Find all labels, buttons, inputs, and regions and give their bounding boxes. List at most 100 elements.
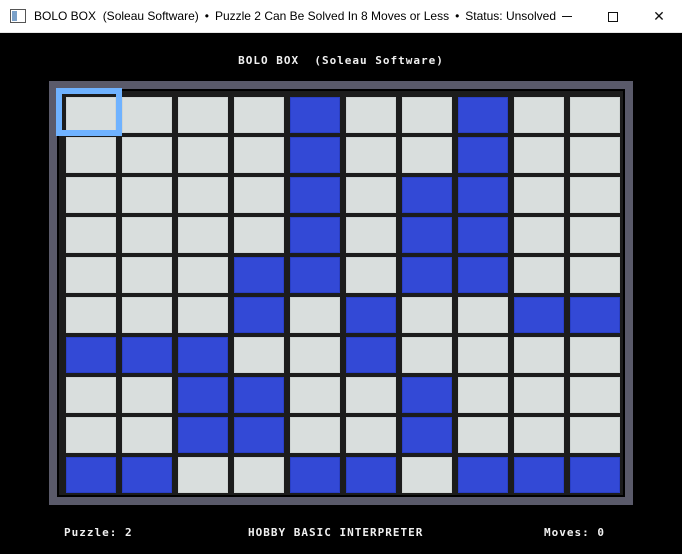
box-cell-off[interactable] [178, 137, 228, 173]
box-cell-off[interactable] [458, 297, 508, 333]
box-cell-off[interactable] [234, 177, 284, 213]
box-cell-on[interactable] [290, 97, 340, 133]
box-cell-off[interactable] [346, 97, 396, 133]
box-cell-on[interactable] [458, 177, 508, 213]
box-cell-off[interactable] [66, 177, 116, 213]
box-cell-on[interactable] [402, 417, 452, 453]
box-cell-off[interactable] [514, 257, 564, 293]
box-cell-off[interactable] [346, 137, 396, 173]
box-cell-off[interactable] [178, 257, 228, 293]
box-cell-off[interactable] [122, 257, 172, 293]
box-cell-off[interactable] [290, 417, 340, 453]
box-cell-off[interactable] [122, 417, 172, 453]
box-cell-off[interactable] [66, 217, 116, 253]
box-cell-off[interactable] [514, 177, 564, 213]
box-cell-off[interactable] [570, 137, 620, 173]
box-cell-on[interactable] [234, 297, 284, 333]
box-cell-off[interactable] [66, 97, 116, 133]
box-cell-off[interactable] [178, 97, 228, 133]
box-cell-off[interactable] [234, 337, 284, 373]
box-cell-off[interactable] [234, 217, 284, 253]
box-cell-on[interactable] [570, 457, 620, 493]
box-cell-off[interactable] [66, 297, 116, 333]
box-cell-off[interactable] [458, 377, 508, 413]
box-cell-off[interactable] [346, 417, 396, 453]
box-cell-on[interactable] [458, 137, 508, 173]
box-cell-on[interactable] [570, 297, 620, 333]
box-cell-off[interactable] [570, 417, 620, 453]
box-cell-on[interactable] [234, 377, 284, 413]
box-cell-off[interactable] [122, 97, 172, 133]
box-cell-on[interactable] [458, 97, 508, 133]
box-cell-on[interactable] [290, 137, 340, 173]
box-cell-on[interactable] [290, 217, 340, 253]
box-cell-off[interactable] [122, 217, 172, 253]
box-cell-on[interactable] [514, 457, 564, 493]
box-cell-on[interactable] [346, 457, 396, 493]
box-cell-on[interactable] [66, 457, 116, 493]
box-cell-off[interactable] [570, 217, 620, 253]
box-cell-on[interactable] [290, 177, 340, 213]
box-cell-on[interactable] [514, 297, 564, 333]
box-cell-off[interactable] [570, 337, 620, 373]
box-cell-off[interactable] [178, 217, 228, 253]
box-cell-off[interactable] [122, 297, 172, 333]
box-cell-on[interactable] [290, 457, 340, 493]
box-cell-on[interactable] [458, 457, 508, 493]
box-cell-off[interactable] [346, 257, 396, 293]
close-button[interactable]: ✕ [636, 0, 682, 33]
box-cell-off[interactable] [514, 417, 564, 453]
box-cell-off[interactable] [458, 417, 508, 453]
box-cell-off[interactable] [402, 297, 452, 333]
maximize-button[interactable] [590, 0, 636, 33]
box-cell-on[interactable] [122, 457, 172, 493]
box-cell-off[interactable] [346, 217, 396, 253]
box-cell-off[interactable] [402, 137, 452, 173]
minimize-button[interactable] [544, 0, 590, 33]
box-cell-off[interactable] [346, 177, 396, 213]
box-cell-off[interactable] [234, 137, 284, 173]
box-cell-off[interactable] [66, 377, 116, 413]
box-cell-on[interactable] [234, 417, 284, 453]
box-cell-off[interactable] [570, 377, 620, 413]
box-cell-on[interactable] [122, 337, 172, 373]
box-cell-off[interactable] [122, 377, 172, 413]
box-cell-off[interactable] [402, 457, 452, 493]
box-cell-off[interactable] [234, 457, 284, 493]
box-cell-off[interactable] [66, 417, 116, 453]
box-cell-off[interactable] [346, 377, 396, 413]
box-cell-off[interactable] [402, 97, 452, 133]
box-cell-off[interactable] [402, 337, 452, 373]
box-cell-off[interactable] [178, 457, 228, 493]
box-cell-on[interactable] [178, 337, 228, 373]
box-cell-off[interactable] [66, 257, 116, 293]
box-cell-off[interactable] [514, 377, 564, 413]
box-cell-off[interactable] [178, 177, 228, 213]
box-cell-on[interactable] [178, 417, 228, 453]
box-cell-on[interactable] [290, 257, 340, 293]
box-cell-off[interactable] [234, 97, 284, 133]
box-cell-off[interactable] [570, 97, 620, 133]
box-cell-on[interactable] [402, 217, 452, 253]
box-cell-on[interactable] [402, 257, 452, 293]
box-cell-off[interactable] [66, 137, 116, 173]
box-cell-on[interactable] [458, 257, 508, 293]
box-cell-off[interactable] [178, 297, 228, 333]
box-cell-off[interactable] [514, 137, 564, 173]
box-cell-off[interactable] [514, 97, 564, 133]
box-cell-on[interactable] [66, 337, 116, 373]
box-cell-on[interactable] [402, 377, 452, 413]
box-cell-on[interactable] [234, 257, 284, 293]
box-cell-off[interactable] [570, 177, 620, 213]
box-cell-off[interactable] [290, 337, 340, 373]
box-cell-on[interactable] [178, 377, 228, 413]
box-cell-off[interactable] [514, 337, 564, 373]
box-cell-off[interactable] [122, 177, 172, 213]
box-cell-on[interactable] [402, 177, 452, 213]
box-cell-off[interactable] [458, 337, 508, 373]
box-cell-off[interactable] [290, 297, 340, 333]
box-cell-on[interactable] [458, 217, 508, 253]
box-cell-on[interactable] [346, 297, 396, 333]
box-cell-on[interactable] [346, 337, 396, 373]
box-cell-off[interactable] [570, 257, 620, 293]
